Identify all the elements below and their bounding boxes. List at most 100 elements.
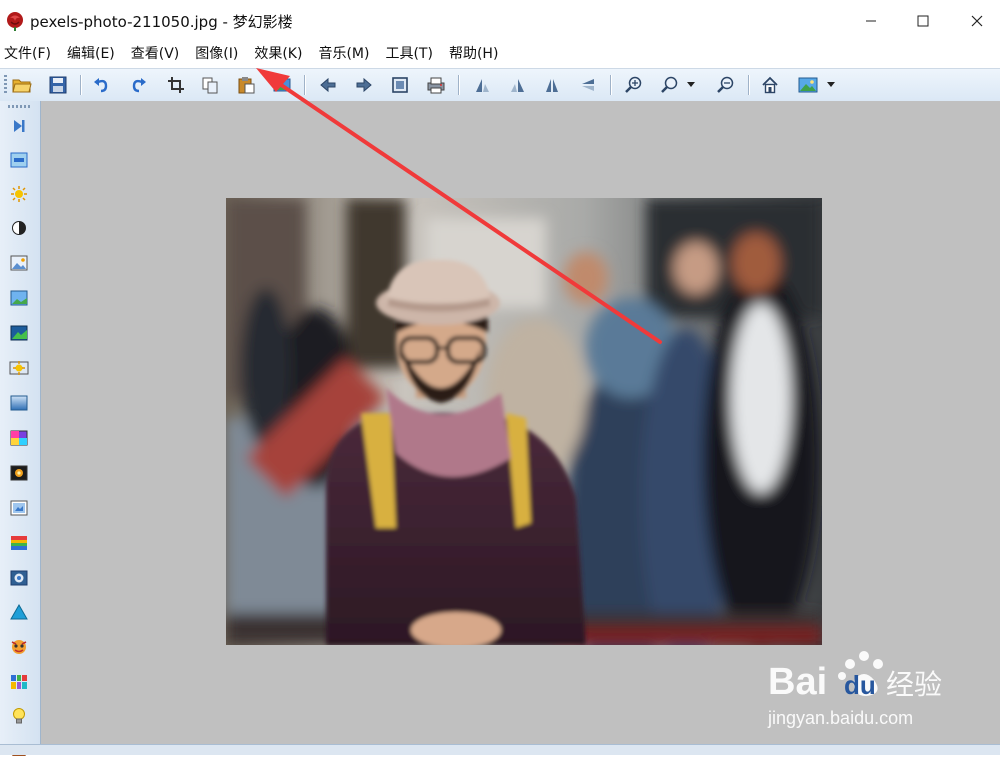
sidebar-tool-sparkle[interactable] — [8, 357, 30, 379]
next-button[interactable] — [352, 73, 376, 97]
rotate-right-icon — [511, 79, 524, 92]
flip-horizontal-button[interactable] — [540, 73, 564, 97]
zoom-button[interactable] — [658, 73, 682, 97]
copy-icon — [202, 77, 218, 94]
menu-music[interactable]: 音乐(M) — [310, 42, 377, 66]
sidebar-tool-triangle[interactable] — [8, 601, 30, 623]
image-adjust-icon — [10, 255, 28, 271]
zoom-icon — [661, 76, 678, 93]
sidebar-tool-contrast[interactable] — [8, 217, 30, 239]
canvas-area[interactable] — [41, 101, 1000, 754]
prev-arrow-icon — [320, 77, 336, 93]
rotate-right-button[interactable] — [506, 73, 530, 97]
image-view-icon — [798, 77, 818, 93]
landscape-icon — [10, 290, 28, 306]
menu-tools[interactable]: 工具(T) — [377, 42, 440, 66]
portrait-photo — [226, 198, 822, 645]
triangle-icon — [10, 604, 28, 620]
sidebar-tool-next-frame[interactable] — [8, 115, 30, 137]
redo-button[interactable] — [126, 73, 150, 97]
sidebar-tool-lens[interactable] — [8, 567, 30, 589]
minimize-button[interactable] — [848, 0, 894, 42]
sidebar-tool-mask[interactable] — [8, 636, 30, 658]
save-button[interactable] — [46, 73, 70, 97]
open-button[interactable] — [10, 73, 34, 97]
title-bar: pexels-photo-211050.jpg - 梦幻影楼 — [0, 0, 1000, 42]
print-icon — [427, 77, 445, 94]
undo-button[interactable] — [90, 73, 114, 97]
menu-help[interactable]: 帮助(H) — [441, 42, 506, 66]
sidebar-tool-color-balance[interactable] — [8, 322, 30, 344]
toolbar-separator — [80, 75, 81, 95]
rotate-left-icon — [476, 79, 489, 92]
zoom-dropdown-icon — [687, 82, 695, 87]
sidebar-tool-lightbulb[interactable] — [8, 705, 30, 727]
paste-button[interactable] — [234, 73, 258, 97]
color-balance-icon — [10, 325, 28, 341]
sidebar-tool-landscape[interactable] — [8, 287, 30, 309]
undo-icon — [94, 78, 108, 93]
sidebar-tool-frame[interactable] — [8, 149, 30, 171]
sidebar-tool-texture[interactable] — [8, 462, 30, 484]
menu-view[interactable]: 查看(V) — [123, 42, 188, 66]
window-title: pexels-photo-211050.jpg - 梦幻影楼 — [30, 13, 293, 31]
menu-bar: 文件(F) 编辑(E) 查看(V) 图像(I) 效果(K) 音乐(M) 工具(T… — [0, 42, 1000, 66]
next-arrow-icon — [356, 77, 372, 93]
home-button[interactable] — [758, 73, 782, 97]
menu-image[interactable]: 图像(I) — [187, 42, 246, 66]
print-button[interactable] — [424, 73, 448, 97]
flip-vertical-icon — [582, 79, 594, 91]
fit-window-icon — [392, 77, 408, 93]
redo-icon — [132, 78, 146, 93]
sidebar-grip[interactable] — [8, 105, 30, 108]
fit-window-button[interactable] — [388, 73, 412, 97]
zoom-out-button[interactable] — [714, 73, 738, 97]
menu-file[interactable]: 文件(F) — [0, 42, 59, 66]
sidebar-tool-gradient[interactable] — [8, 392, 30, 414]
toolbar-grip[interactable] — [4, 75, 7, 95]
image-insert-icon — [273, 78, 291, 92]
menu-edit[interactable]: 编辑(E) — [59, 42, 123, 66]
menu-effects[interactable]: 效果(K) — [246, 42, 310, 66]
status-bar — [0, 744, 1000, 755]
rainbow-icon — [11, 536, 27, 550]
minimize-icon — [866, 20, 876, 22]
gradient-icon — [10, 395, 28, 411]
zoom-in-icon — [625, 76, 642, 93]
paste-icon — [238, 77, 255, 94]
lens-icon — [10, 570, 28, 586]
image-view-button[interactable] — [796, 73, 820, 97]
zoom-in-button[interactable] — [622, 73, 646, 97]
color-wheel-icon — [10, 430, 28, 446]
lightbulb-icon — [13, 708, 25, 724]
flip-vertical-button[interactable] — [576, 73, 600, 97]
maximize-button[interactable] — [900, 0, 946, 42]
open-folder-icon — [12, 79, 32, 93]
next-frame-icon — [14, 120, 25, 132]
rotate-left-button[interactable] — [470, 73, 494, 97]
sidebar-tool-image-frame[interactable] — [8, 497, 30, 519]
main-toolbar — [0, 68, 1000, 102]
save-icon — [49, 76, 67, 94]
previous-button[interactable] — [316, 73, 340, 97]
copy-button[interactable] — [198, 73, 222, 97]
sidebar-tool-image-adjust[interactable] — [8, 252, 30, 274]
effects-sidebar — [0, 101, 41, 756]
toolbar-separator — [748, 75, 749, 95]
zoom-dropdown-button[interactable] — [684, 73, 698, 97]
sidebar-tool-grid[interactable] — [8, 671, 30, 693]
home-icon — [762, 76, 778, 94]
grid-icon — [11, 675, 27, 689]
view-dropdown-button[interactable] — [824, 73, 838, 97]
sidebar-tool-color-wheel[interactable] — [8, 427, 30, 449]
crop-icon — [168, 77, 184, 93]
image-insert-button[interactable] — [270, 73, 294, 97]
sidebar-tool-rainbow[interactable] — [8, 532, 30, 554]
sidebar-tool-brightness[interactable] — [8, 183, 30, 205]
frame-icon — [10, 152, 28, 168]
toolbar-separator — [458, 75, 459, 95]
crop-button[interactable] — [164, 73, 188, 97]
flip-horizontal-icon — [546, 79, 558, 92]
texture-icon — [10, 465, 28, 481]
close-button[interactable] — [954, 0, 1000, 42]
